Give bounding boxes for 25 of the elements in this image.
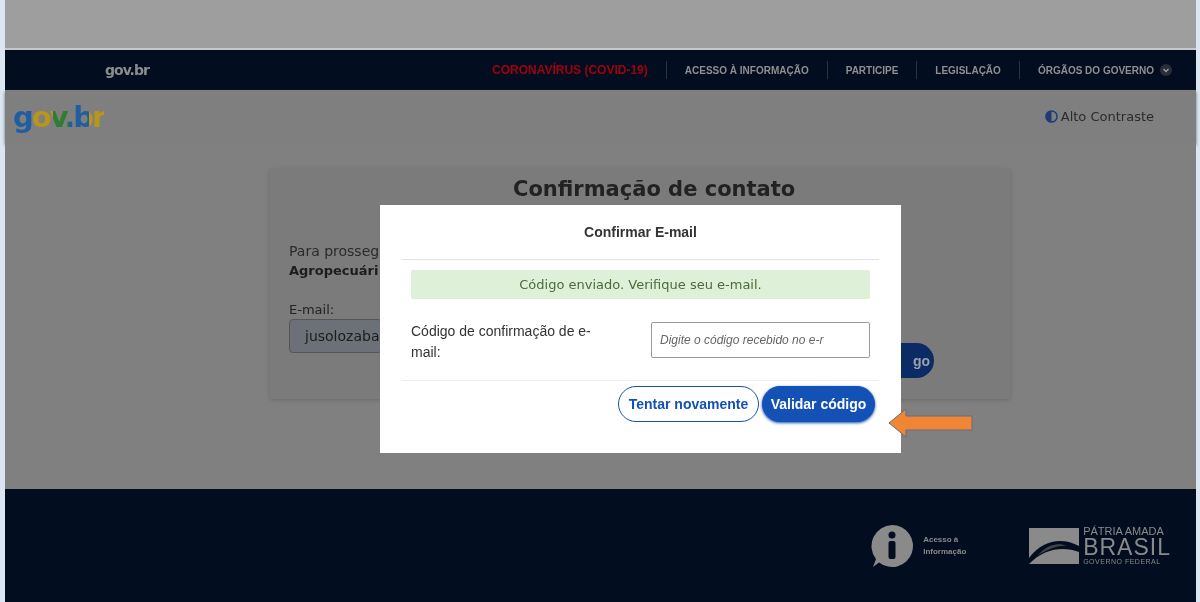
brand-text: BRASIL xyxy=(1083,536,1171,557)
brand-text: PÁTRIA AMADA xyxy=(1083,525,1164,537)
email-field[interactable]: jusolozaba xyxy=(289,319,382,353)
retry-button[interactable]: Tentar novamente xyxy=(618,386,759,422)
logo[interactable]: gov.br xyxy=(105,62,149,78)
success-alert: Código enviado. Verifique seu e-mail. xyxy=(411,270,870,299)
flag-icon xyxy=(1029,527,1080,564)
field-label: E-mail: xyxy=(289,302,336,317)
code-input-field[interactable]: Digite o código recebido no e-r xyxy=(651,322,870,358)
field-label: Código de confirmação de e-mail: xyxy=(411,322,592,362)
chevron-down-icon[interactable] xyxy=(1160,64,1172,76)
intro-text: Para prosseg xyxy=(289,243,381,259)
footer-link[interactable]: Acesso à Informação xyxy=(923,533,986,558)
nav-link[interactable]: LEGISLAÇÃO xyxy=(935,64,1001,76)
page-heading: Confirmação de contato xyxy=(513,177,796,201)
contrast-toggle[interactable]: Alto Contraste xyxy=(1044,109,1154,124)
nav-link[interactable]: ÓRGÃOS DO GOVERNO xyxy=(1037,64,1154,76)
validate-button[interactable]: Validar código xyxy=(762,386,875,422)
contrast-icon xyxy=(1044,110,1058,123)
dialog-title: Confirmar E-mail xyxy=(402,205,879,260)
arrow-icon xyxy=(888,407,974,439)
info-icon xyxy=(869,522,916,569)
nav-link[interactable]: ACESSO À INFORMAÇÃO xyxy=(684,64,809,76)
intro-text: Agropecuári xyxy=(289,263,379,278)
nav-link[interactable]: PARTICIPE xyxy=(845,64,899,76)
